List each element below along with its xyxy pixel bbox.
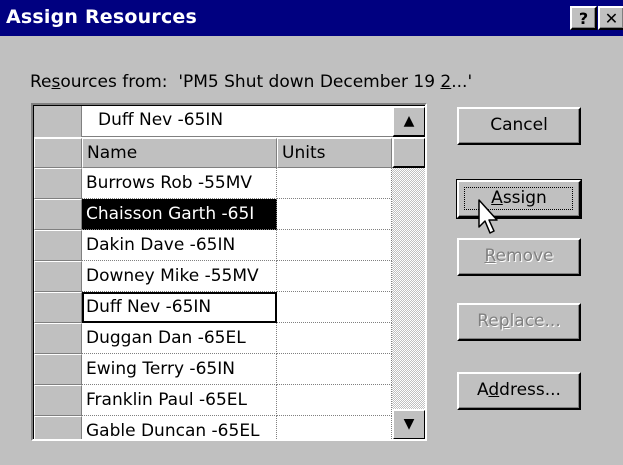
units-cell[interactable] xyxy=(277,230,392,261)
table-row[interactable]: Gable Duncan -65EL xyxy=(34,416,392,439)
arrow-up-icon: ▲ xyxy=(403,113,415,129)
remove-button[interactable]: Remove xyxy=(457,238,581,276)
resource-grid[interactable]: Duff Nev -65IN Name Units Burrows Rob -5… xyxy=(31,103,427,441)
table-row[interactable]: Dakin Dave -65IN xyxy=(34,230,392,261)
row-header[interactable] xyxy=(34,416,82,439)
row-header[interactable] xyxy=(34,168,82,199)
table-row[interactable]: Franklin Paul -65EL xyxy=(34,385,392,416)
address-button-label-pre: A xyxy=(477,380,489,400)
resource-name-cell[interactable]: Duff Nev -65IN xyxy=(82,292,277,323)
window-title: Assign Resources xyxy=(6,6,198,28)
arrow-down-icon: ▼ xyxy=(403,416,415,432)
replace-button[interactable]: Replace... xyxy=(457,303,581,341)
scroll-thumb[interactable] xyxy=(392,137,425,168)
select-all-header[interactable] xyxy=(34,138,82,168)
units-cell[interactable] xyxy=(277,292,392,323)
row-header[interactable] xyxy=(34,354,82,385)
table-row[interactable]: Duggan Dan -65EL xyxy=(34,323,392,354)
units-cell[interactable] xyxy=(277,261,392,292)
resource-name-cell[interactable]: Gable Duncan -65EL xyxy=(82,416,277,439)
resources-from-tail: ...' xyxy=(451,72,473,92)
row-header[interactable] xyxy=(34,261,82,292)
resource-name-cell[interactable]: Ewing Terry -65IN xyxy=(82,354,277,385)
row-header[interactable] xyxy=(34,385,82,416)
edit-bar-stub xyxy=(34,106,82,137)
resources-from-project: ources from: 'PM5 Shut down December 19 xyxy=(60,72,441,92)
units-cell[interactable] xyxy=(277,385,392,416)
grid-header: Name Units xyxy=(34,138,392,168)
units-cell[interactable] xyxy=(277,416,392,439)
vertical-scrollbar[interactable]: ▲ ▼ xyxy=(392,106,425,439)
row-header[interactable] xyxy=(34,230,82,261)
address-mnemonic: d xyxy=(488,380,500,400)
units-cell[interactable] xyxy=(277,323,392,354)
resource-name-cell[interactable]: Duggan Dan -65EL xyxy=(82,323,277,354)
remove-button-label: emove xyxy=(495,246,554,266)
row-header[interactable] xyxy=(34,292,82,323)
column-header-units[interactable]: Units xyxy=(277,138,392,168)
cancel-button[interactable]: Cancel xyxy=(457,107,581,145)
table-row[interactable]: Duff Nev -65IN xyxy=(34,292,392,323)
resources-from-mnemonic-2: 2 xyxy=(440,72,452,92)
table-row[interactable]: Downey Mike -55MV xyxy=(34,261,392,292)
resource-name-cell[interactable]: Dakin Dave -65IN xyxy=(82,230,277,261)
edit-bar-value[interactable]: Duff Nev -65IN xyxy=(98,110,223,130)
assign-button[interactable]: Assign xyxy=(456,179,582,219)
remove-mnemonic: R xyxy=(484,246,496,266)
resources-from-label: Resources from: 'PM5 Shut down December … xyxy=(30,72,472,92)
units-cell[interactable] xyxy=(277,199,392,230)
resource-name-cell[interactable]: Downey Mike -55MV xyxy=(82,261,277,292)
row-header[interactable] xyxy=(34,323,82,354)
close-button[interactable]: ✕ xyxy=(598,6,623,30)
table-row[interactable]: Ewing Terry -65IN xyxy=(34,354,392,385)
help-icon: ? xyxy=(578,9,589,28)
cancel-button-label: Cancel xyxy=(490,115,548,135)
close-icon: ✕ xyxy=(604,9,619,28)
column-header-name[interactable]: Name xyxy=(82,138,277,168)
replace-mnemonic: p xyxy=(498,311,510,331)
help-button[interactable]: ? xyxy=(570,6,597,30)
table-row[interactable]: Chaisson Garth -65I xyxy=(34,199,392,230)
replace-button-label: lace... xyxy=(509,311,561,331)
scroll-up-button[interactable]: ▲ xyxy=(392,106,425,137)
row-header[interactable] xyxy=(34,199,82,230)
resource-name-cell[interactable]: Chaisson Garth -65I xyxy=(82,199,277,230)
resource-name-cell[interactable]: Franklin Paul -65EL xyxy=(82,385,277,416)
address-button-label: dress... xyxy=(499,380,561,400)
replace-button-label-pre: Re xyxy=(477,311,499,331)
grid-edit-bar[interactable]: Duff Nev -65IN xyxy=(34,106,392,137)
resources-from-text: Re xyxy=(30,72,52,92)
units-cell[interactable] xyxy=(277,354,392,385)
title-bar[interactable]: Assign Resources ? ✕ xyxy=(0,0,623,36)
table-row[interactable]: Burrows Rob -55MV xyxy=(34,168,392,199)
mouse-pointer-icon xyxy=(478,199,498,234)
resource-name-cell[interactable]: Burrows Rob -55MV xyxy=(82,168,277,199)
address-button[interactable]: Address... xyxy=(457,372,581,410)
units-cell[interactable] xyxy=(277,168,392,199)
scroll-down-button[interactable]: ▼ xyxy=(392,409,425,439)
